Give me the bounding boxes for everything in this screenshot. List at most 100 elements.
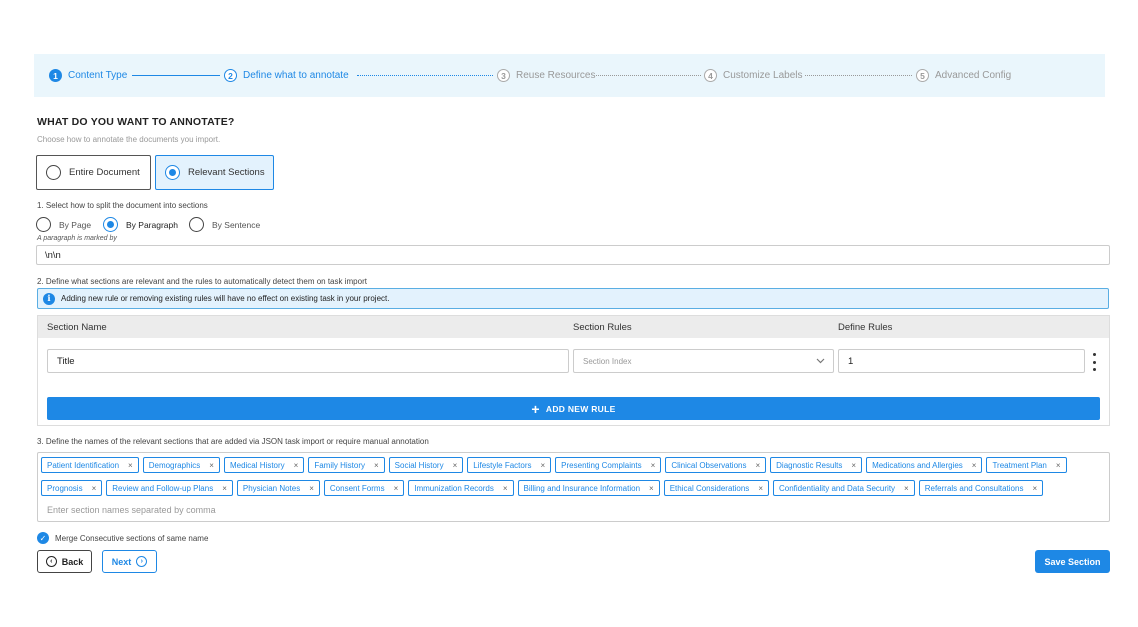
close-icon[interactable]: × [209,461,214,470]
close-icon[interactable]: × [851,461,856,470]
close-icon[interactable]: × [453,461,458,470]
tag-label: Prognosis [47,483,83,493]
merge-consecutive-checkbox[interactable]: ✓ Merge Consecutive sections of same nam… [37,532,208,544]
tag-label: Social History [394,460,444,470]
tag-label: Medical History [229,460,285,470]
close-icon[interactable]: × [1056,461,1061,470]
close-icon[interactable]: × [374,461,379,470]
step-label: Define what to annotate [243,70,349,81]
save-section-button[interactable]: Save Section [1035,550,1110,573]
section-names-input[interactable]: Enter section names separated by comma [47,505,216,515]
tag-label: Clinical Observations [671,460,747,470]
step-label: Content Type [68,70,128,81]
radio-icon [36,217,51,232]
step-number: 5 [916,69,929,82]
tag-label: Billing and Insurance Information [523,483,641,493]
section-tag: Demographics × [142,457,220,473]
add-new-rule-button[interactable]: + ADD NEW RULE [47,397,1100,420]
section-tag: Consent Forms × [323,480,405,496]
option-label: By Sentence [212,219,261,230]
step-connector [805,75,912,76]
tag-label: Family History [314,460,365,470]
split-by-paragraph-radio[interactable]: By Paragraph [103,217,178,232]
relevant-sections-option[interactable]: Relevant Sections [155,155,274,190]
section-tags-input[interactable]: Patient Identification × Demographics × Me… [37,452,1110,522]
close-icon[interactable]: × [541,461,546,470]
section-tag: Lifestyle Factors × [467,457,552,473]
define-rule-input[interactable]: 1 [838,349,1085,373]
tag-label: Treatment Plan [992,460,1047,470]
close-icon[interactable]: × [1032,484,1037,493]
step-connector [132,75,220,76]
close-icon[interactable]: × [758,484,763,493]
tag-label: Patient Identification [47,460,120,470]
next-button[interactable]: Next › [102,550,157,573]
section-tag: Immunization Records × [408,480,514,496]
step-define-annotate[interactable]: 2 Define what to annotate [224,54,349,97]
paragraph-marker-input[interactable]: \n\n [36,245,1110,265]
section-tag: Ethical Considerations × [663,480,769,496]
column-header-section-rules: Section Rules [573,322,632,333]
tag-label: Confidentiality and Data Security [778,483,896,493]
close-icon[interactable]: × [92,484,97,493]
tag-row: Prognosis × Review and Follow-up Plans × P… [41,480,1044,496]
section-rule-select[interactable]: Section Index [573,349,834,373]
close-icon[interactable]: × [904,484,909,493]
close-icon[interactable]: × [755,461,760,470]
back-button[interactable]: ‹ Back [37,550,92,573]
tag-label: Presenting Complaints [561,460,642,470]
step-label: Reuse Resources [516,70,596,81]
tag-label: Referrals and Consultations [924,483,1024,493]
chevron-right-icon: › [136,556,148,567]
section-tag: Review and Follow-up Plans × [106,480,233,496]
tag-row: Patient Identification × Demographics × Me… [41,457,1067,473]
next-label: Next [111,556,132,567]
step-content-type[interactable]: 1 Content Type [49,54,127,97]
chevron-left-icon: ‹ [45,556,57,567]
close-icon[interactable]: × [649,484,654,493]
more-options-icon[interactable] [1090,353,1098,371]
close-icon[interactable]: × [972,461,977,470]
section-tag: Medications and Allergies × [866,457,983,473]
close-icon[interactable]: × [222,484,227,493]
section-tag: Social History × [388,457,464,473]
tag-label: Immunization Records [414,483,494,493]
section-tag: Billing and Insurance Information × [517,480,660,496]
add-rule-label: ADD NEW RULE [545,403,616,414]
option-label: Entire Document [69,167,140,178]
step-label: Advanced Config [935,70,1012,81]
section-tag: Referrals and Consultations × [918,480,1044,496]
section-tag: Prognosis × [41,480,103,496]
split-by-page-radio[interactable]: By Page [36,217,91,232]
tag-label: Review and Follow-up Plans [112,483,214,493]
close-icon[interactable]: × [503,484,508,493]
section-name-input[interactable]: Title [47,349,569,373]
split-by-sentence-radio[interactable]: By Sentence [189,217,260,232]
step-number: 4 [704,69,717,82]
step-connector [596,75,701,76]
page-subtitle: Choose how to annotate the documents you… [37,135,221,144]
close-icon[interactable]: × [651,461,656,470]
section-tag: Confidentiality and Data Security × [772,480,915,496]
section-tag: Presenting Complaints × [555,457,662,473]
close-icon[interactable]: × [309,484,314,493]
tag-label: Consent Forms [329,483,385,493]
close-icon[interactable]: × [128,461,133,470]
info-icon: i [43,292,55,305]
step-advanced-config[interactable]: 5 Advanced Config [916,54,1011,97]
tag-label: Physician Notes [242,483,301,493]
select-placeholder: Section Index [583,356,632,366]
option-label: By Paragraph [126,219,178,230]
close-icon[interactable]: × [294,461,299,470]
split-question: 1. Select how to split the document into… [37,201,208,210]
tag-label: Medications and Allergies [872,460,963,470]
close-icon[interactable]: × [394,484,399,493]
entire-document-option[interactable]: Entire Document [36,155,151,190]
radio-selected-icon [165,165,180,180]
step-reuse-resources[interactable]: 3 Reuse Resources [497,54,595,97]
step-customize-labels[interactable]: 4 Customize Labels [704,54,802,97]
merge-label: Merge Consecutive sections of same name [55,533,209,543]
section-tag: Physician Notes × [236,480,320,496]
radio-icon [46,165,61,180]
tag-label: Ethical Considerations [669,483,750,493]
